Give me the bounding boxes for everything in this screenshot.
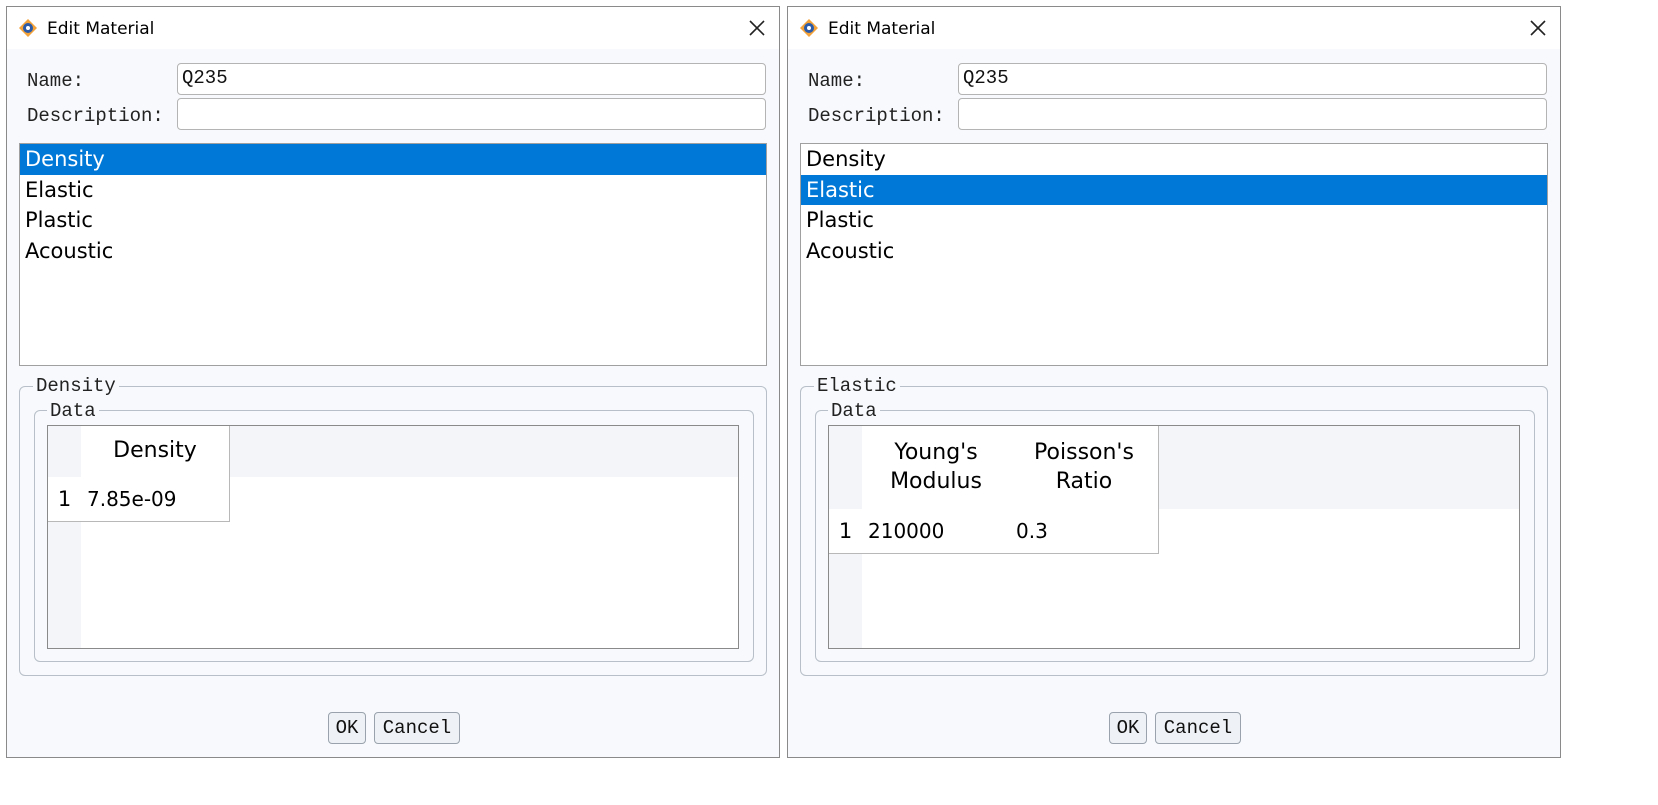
cancel-button[interactable]: Cancel: [1155, 712, 1241, 744]
name-label: Name:: [808, 70, 866, 92]
column-header-poissons-ratio[interactable]: Poisson's Ratio: [1010, 426, 1159, 510]
table-cell-youngs-modulus[interactable]: 210000: [862, 509, 1011, 554]
property-item-plastic[interactable]: Plastic: [801, 205, 1547, 236]
row-number[interactable]: 1: [48, 477, 82, 522]
description-field[interactable]: [177, 98, 766, 130]
property-item-acoustic[interactable]: Acoustic: [801, 236, 1547, 267]
name-field[interactable]: Q235: [958, 63, 1547, 95]
title-bar: Edit Material: [788, 7, 1560, 49]
description-label: Description:: [808, 105, 945, 127]
property-item-elastic[interactable]: Elastic: [20, 175, 766, 206]
close-icon[interactable]: [745, 16, 769, 40]
name-label: Name:: [27, 70, 85, 92]
close-icon[interactable]: [1526, 16, 1550, 40]
description-field[interactable]: [958, 98, 1547, 130]
table-cell-density[interactable]: 7.85e-09: [81, 477, 230, 522]
table-corner: [829, 426, 863, 510]
table-cell-poissons-ratio[interactable]: 0.3: [1010, 509, 1159, 554]
property-item-density[interactable]: Density: [20, 144, 766, 175]
property-item-elastic[interactable]: Elastic: [801, 174, 1547, 206]
edit-material-dialog-elastic: Edit Material Name: Q235 Description: De…: [787, 6, 1561, 758]
name-field[interactable]: Q235: [177, 63, 766, 95]
table-corner: [48, 426, 82, 478]
data-table: Density 1 7.85e-09: [47, 425, 739, 649]
property-list: Density Elastic Plastic Acoustic: [800, 143, 1548, 366]
section-title: Density: [33, 375, 119, 397]
column-header-density[interactable]: Density: [81, 426, 230, 478]
dialog-title: Edit Material: [828, 19, 936, 39]
edit-material-dialog-density: Edit Material Name: Q235 Description: De…: [6, 6, 780, 758]
data-group-title: Data: [828, 400, 880, 422]
row-number[interactable]: 1: [829, 509, 863, 554]
property-item-plastic[interactable]: Plastic: [20, 205, 766, 236]
description-label: Description:: [27, 105, 164, 127]
property-item-density[interactable]: Density: [801, 144, 1547, 175]
property-item-acoustic[interactable]: Acoustic: [20, 236, 766, 267]
property-list: Density Elastic Plastic Acoustic: [19, 143, 767, 366]
material-app-icon: [800, 19, 818, 37]
data-table: Young's Modulus Poisson's Ratio 1 210000…: [828, 425, 1520, 649]
ok-button[interactable]: OK: [328, 712, 366, 744]
title-bar: Edit Material: [7, 7, 779, 49]
material-app-icon: [19, 19, 37, 37]
data-group-title: Data: [47, 400, 99, 422]
section-title: Elastic: [814, 375, 900, 397]
dialog-title: Edit Material: [47, 19, 155, 39]
column-header-youngs-modulus[interactable]: Young's Modulus: [862, 426, 1011, 510]
ok-button[interactable]: OK: [1109, 712, 1147, 744]
cancel-button[interactable]: Cancel: [374, 712, 460, 744]
